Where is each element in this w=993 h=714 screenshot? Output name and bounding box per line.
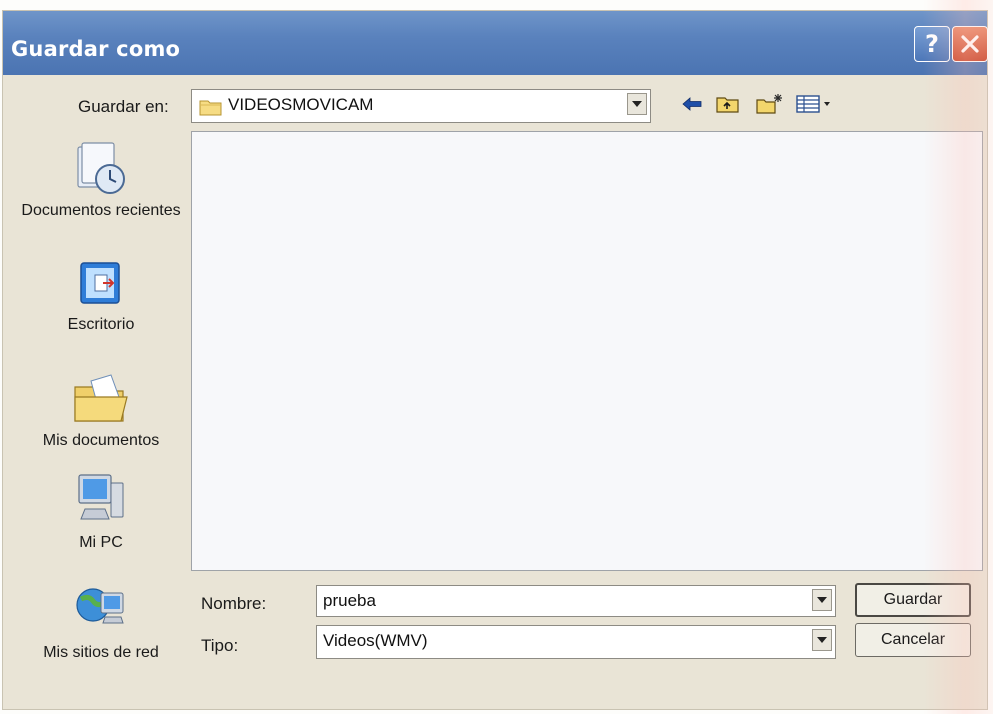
my-documents-icon <box>74 374 128 422</box>
save-in-label: Guardar en: <box>78 97 169 116</box>
place-label: Mis documentos <box>42 432 160 449</box>
up-one-level-button[interactable] <box>715 91 741 117</box>
back-button[interactable] <box>679 91 705 117</box>
recent-documents-icon <box>77 142 125 194</box>
filename-label: Nombre: <box>201 594 267 613</box>
back-arrow-icon <box>682 97 702 111</box>
filename-value: prueba <box>323 591 376 610</box>
help-button[interactable]: ? <box>914 26 950 62</box>
help-icon: ? <box>925 30 939 58</box>
place-my-documents[interactable]: Mis documentos <box>21 371 181 451</box>
filetype-dropdown[interactable]: Videos(WMV) <box>316 625 836 659</box>
title-bar[interactable]: Guardar como ? <box>3 11 988 75</box>
place-label: Documentos recientes <box>21 202 181 219</box>
close-icon <box>961 35 979 53</box>
place-my-computer[interactable]: Mi PC <box>21 471 181 553</box>
save-in-dropdown[interactable]: VIDEOSMOVICAM <box>191 89 651 123</box>
chevron-down-icon <box>817 597 827 603</box>
new-folder-button[interactable] <box>755 91 785 117</box>
place-label: Mis sitios de red <box>43 644 159 661</box>
save-in-dropdown-arrow[interactable] <box>627 93 647 115</box>
close-button[interactable] <box>952 26 988 62</box>
place-desktop[interactable]: Escritorio <box>21 261 181 335</box>
filetype-value: Videos(WMV) <box>323 631 428 650</box>
place-recent-documents[interactable]: Documentos recientes <box>21 141 181 221</box>
place-label: Mi PC <box>79 534 123 551</box>
save-in-value: VIDEOSMOVICAM <box>228 95 374 114</box>
new-folder-icon <box>756 94 782 114</box>
view-menu-icon <box>796 95 830 113</box>
filetype-dropdown-arrow[interactable] <box>812 629 832 651</box>
page: Guardar como ? Guardar en: VIDEOSMOVICAM <box>0 0 993 714</box>
view-menu-button[interactable] <box>795 91 835 117</box>
desktop-icon <box>80 262 120 304</box>
my-computer-icon <box>78 474 124 520</box>
dialog-title: Guardar como <box>11 37 181 61</box>
chevron-down-icon <box>817 637 827 643</box>
save-as-dialog: Guardar como ? Guardar en: VIDEOSMOVICAM <box>2 10 988 710</box>
chevron-down-icon <box>632 101 642 107</box>
filetype-label: Tipo: <box>201 636 239 655</box>
up-one-level-icon <box>716 97 739 113</box>
folder-icon <box>199 100 222 116</box>
file-list-area[interactable] <box>191 131 983 571</box>
filename-input[interactable]: prueba <box>316 585 836 617</box>
place-network-places[interactable]: Mis sitios de red <box>21 581 181 663</box>
network-places-icon <box>76 588 124 624</box>
places-bar: Documentos recientes Escritorio Mis docu… <box>21 131 181 714</box>
save-button[interactable]: Guardar <box>855 583 971 617</box>
cancel-button[interactable]: Cancelar <box>855 623 971 657</box>
place-label: Escritorio <box>67 316 135 333</box>
filename-dropdown-arrow[interactable] <box>812 589 832 611</box>
